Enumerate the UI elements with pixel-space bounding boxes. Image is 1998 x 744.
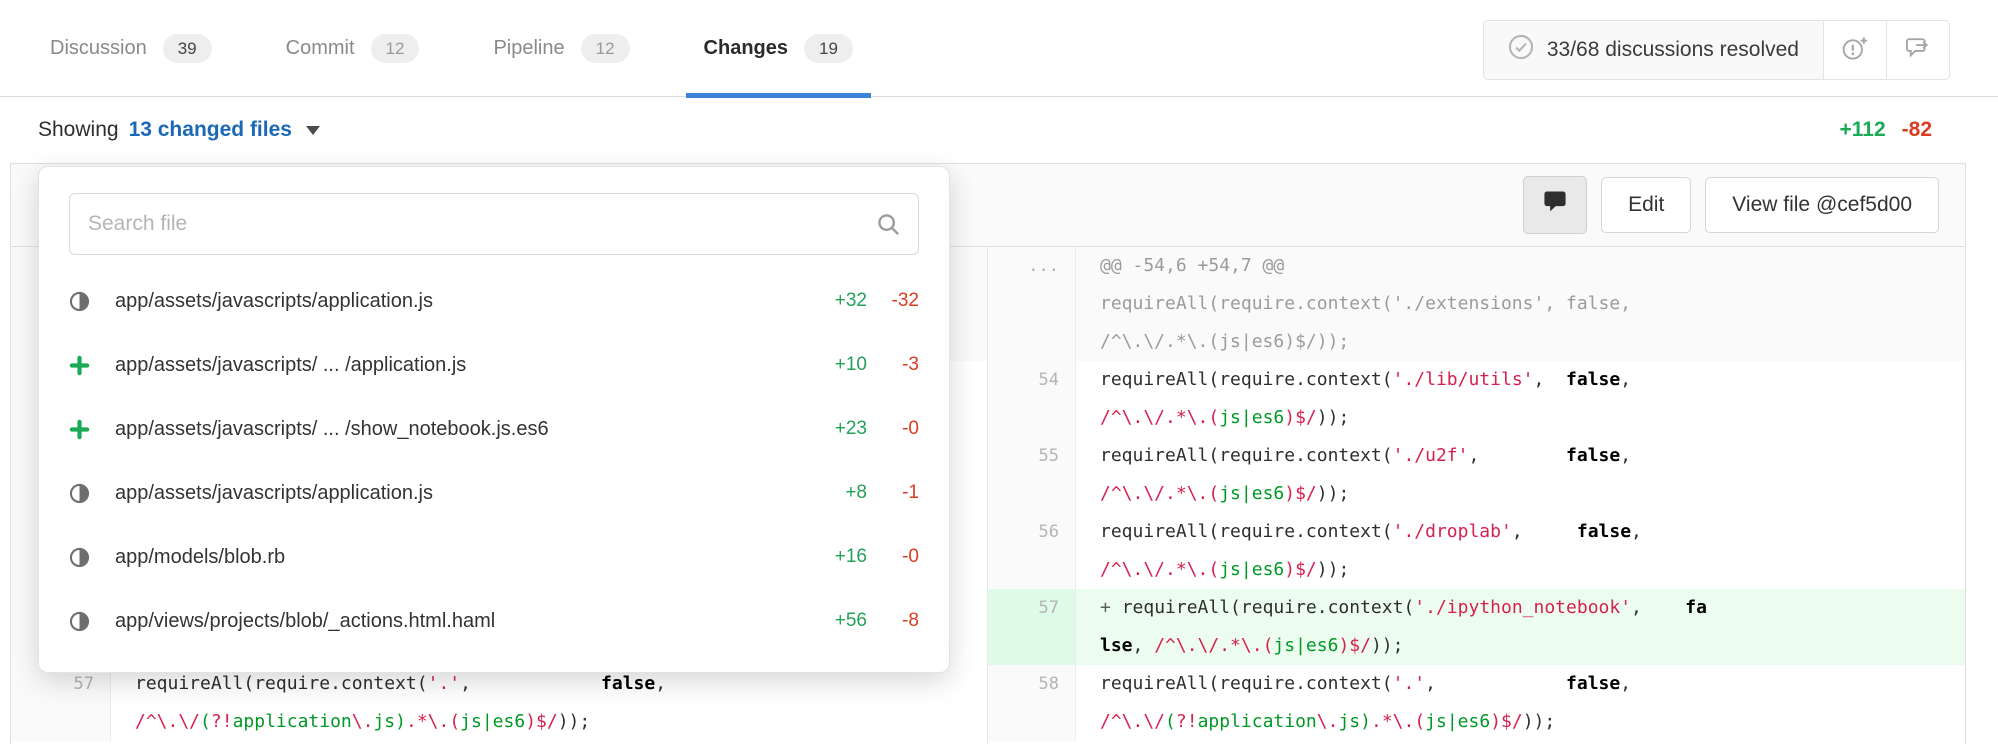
chevron-down-icon: [306, 126, 320, 135]
file-lines-added: +23: [809, 418, 867, 440]
toggle-comments-button[interactable]: [1523, 176, 1587, 234]
file-lines-added: +56: [809, 610, 867, 632]
code-line: requireAll(require.context('.', false,/^…: [111, 665, 987, 741]
changed-file-item[interactable]: app/views/projects/blob/_actions.html.ha…: [69, 589, 919, 653]
discussions-resolved-label: 33/68 discussions resolved: [1547, 38, 1799, 62]
file-name: app/assets/javascripts/ ... /application…: [115, 354, 809, 377]
file-name: app/models/blob.rb: [115, 546, 809, 569]
tab-count-badge: 12: [581, 34, 630, 63]
file-lines-removed: -8: [867, 610, 919, 632]
tab-commit[interactable]: Commit 12: [286, 0, 420, 96]
tab-label: Discussion: [50, 37, 147, 60]
changed-file-item[interactable]: app/assets/javascripts/application.js+32…: [69, 269, 919, 333]
changed-files-list: app/assets/javascripts/application.js+32…: [69, 269, 919, 653]
tab-label: Commit: [286, 37, 355, 60]
line-number[interactable]: 57: [988, 589, 1076, 665]
tab-count-badge: 19: [804, 34, 853, 63]
file-added-icon: [69, 355, 115, 376]
code-line: requireAll(require.context('./lib/utils'…: [1076, 361, 1965, 437]
file-name: app/assets/javascripts/application.js: [115, 482, 809, 505]
comment-icon: [1542, 189, 1568, 221]
line-number[interactable]: 57: [11, 665, 111, 741]
jump-to-next-discussion-button[interactable]: [1886, 20, 1950, 80]
view-file-button[interactable]: View file @cef5d00: [1705, 177, 1939, 233]
tab-pipeline[interactable]: Pipeline 12: [493, 0, 629, 96]
diff-row-new-57: 57+ requireAll(require.context('./ipytho…: [988, 589, 1965, 665]
code-line: requireAll(require.context('./u2f', fals…: [1076, 437, 1965, 513]
file-name: app/assets/javascripts/application.js: [115, 290, 809, 313]
code-line: requireAll(require.context('./droplab', …: [1076, 513, 1965, 589]
diff-row-new-58: 58requireAll(require.context('.', false,…: [988, 665, 1965, 741]
tab-discussion[interactable]: Discussion 39: [50, 0, 212, 96]
showing-label: Showing: [38, 118, 119, 142]
diff-row-new-54: 54requireAll(require.context('./lib/util…: [988, 361, 1965, 437]
changed-file-item[interactable]: app/assets/javascripts/application.js+8-…: [69, 461, 919, 525]
diff-row-old-57: 57requireAll(require.context('.', false,…: [11, 665, 987, 741]
file-added-icon: [69, 419, 115, 440]
resolve-in-new-issue-button[interactable]: [1823, 20, 1887, 80]
line-number[interactable]: 54: [988, 361, 1076, 437]
search-file-input[interactable]: [69, 193, 919, 255]
line-number[interactable]: 58: [988, 665, 1076, 741]
diff-row-new-match: ...@@ -54,6 +54,7 @@requireAll(require.c…: [988, 247, 1965, 361]
file-lines-removed: -0: [867, 418, 919, 440]
line-number[interactable]: 56: [988, 513, 1076, 589]
diff-row-new-55: 55requireAll(require.context('./u2f', fa…: [988, 437, 1965, 513]
lines-removed-total: -82: [1902, 118, 1932, 142]
file-lines-added: +16: [809, 546, 867, 568]
file-lines-removed: -1: [867, 482, 919, 504]
diff-pane-new: ...@@ -54,6 +54,7 @@requireAll(require.c…: [988, 247, 1965, 744]
changed-file-item[interactable]: app/assets/javascripts/ ... /application…: [69, 333, 919, 397]
tab-label: Changes: [704, 37, 788, 60]
discussions-resolved-counter: 33/68 discussions resolved: [1483, 20, 1824, 80]
tab-count-badge: 39: [163, 34, 212, 63]
expand-lines-control: ...: [988, 247, 1076, 361]
line-number[interactable]: 55: [988, 437, 1076, 513]
search-icon: [876, 212, 901, 242]
file-modified-icon: [69, 547, 115, 568]
changed-file-item[interactable]: app/models/blob.rb+16-0: [69, 525, 919, 589]
file-modified-icon: [69, 611, 115, 632]
edit-button[interactable]: Edit: [1601, 177, 1691, 233]
resolve-in-new-issue-icon: [1841, 35, 1869, 66]
discussions-widget: 33/68 discussions resolved: [1483, 20, 1950, 80]
diff-row-new-56: 56requireAll(require.context('./droplab'…: [988, 513, 1965, 589]
changed-files-dropdown-toggle[interactable]: 13 changed files: [129, 118, 292, 142]
code-line: @@ -54,6 +54,7 @@requireAll(require.cont…: [1076, 247, 1965, 361]
code-line: requireAll(require.context('.', false,/^…: [1076, 665, 1965, 741]
code-line: + requireAll(require.context('./ipython_…: [1076, 589, 1965, 665]
changed-files-dropdown: app/assets/javascripts/application.js+32…: [38, 166, 950, 673]
file-modified-icon: [69, 483, 115, 504]
tab-count-badge: 12: [371, 34, 420, 63]
lines-added-total: +112: [1839, 118, 1885, 142]
file-lines-removed: -3: [867, 354, 919, 376]
diff-stats-bar: Showing 13 changed files +112 -82: [0, 97, 1998, 163]
file-lines-added: +8: [809, 482, 867, 504]
file-name: app/assets/javascripts/ ... /show_notebo…: [115, 418, 809, 441]
changed-file-item[interactable]: app/assets/javascripts/ ... /show_notebo…: [69, 397, 919, 461]
file-lines-removed: -0: [867, 546, 919, 568]
diff-stat-totals: +112 -82: [1839, 118, 1932, 142]
file-modified-icon: [69, 291, 115, 312]
jump-to-next-discussion-icon: [1904, 35, 1932, 66]
tab-label: Pipeline: [493, 37, 564, 60]
file-lines-added: +32: [809, 290, 867, 312]
file-lines-added: +10: [809, 354, 867, 376]
tab-changes[interactable]: Changes 19: [704, 0, 853, 96]
file-lines-removed: -32: [867, 290, 919, 312]
file-name: app/views/projects/blob/_actions.html.ha…: [115, 610, 809, 633]
check-circle-icon: [1508, 34, 1534, 66]
